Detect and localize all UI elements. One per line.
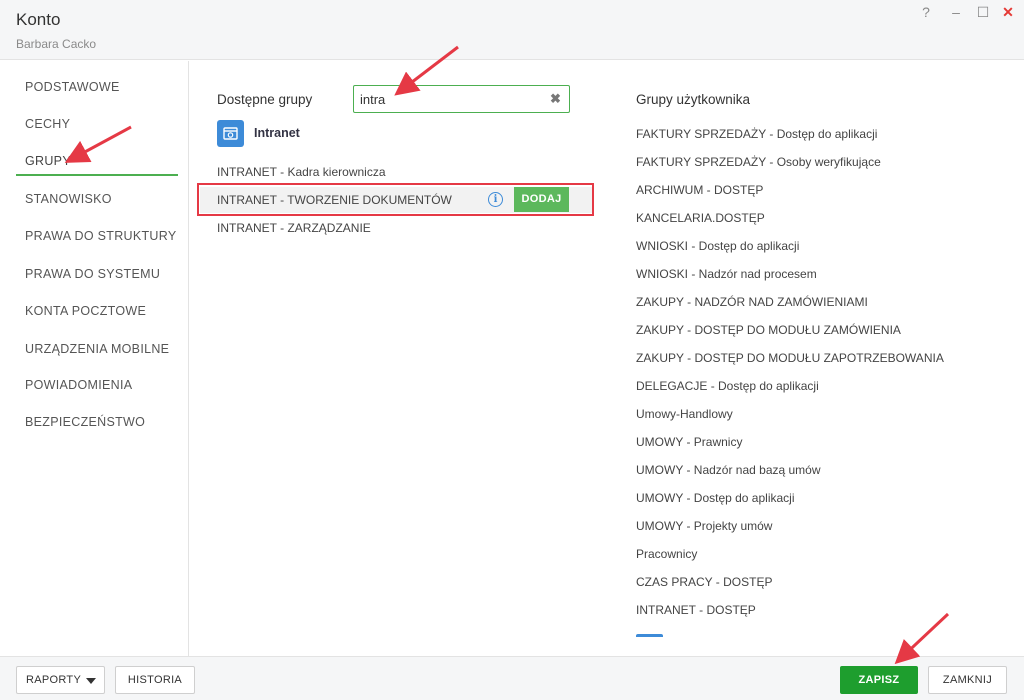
user-group-row[interactable]: UMOWY - Nadzór nad bazą umów: [636, 460, 996, 480]
annotation-arrow-save: [894, 612, 950, 665]
sidebar-item-prawa-do-struktury[interactable]: PRAWA DO STRUKTURY: [16, 221, 178, 251]
close-icon[interactable]: ✕: [1000, 4, 1016, 20]
sidebar-item-urzadzenia-mobilne[interactable]: URZĄDZENIA MOBILNE: [16, 334, 178, 364]
sidebar-item-prawa-do-systemu[interactable]: PRAWA DO SYSTEMU: [16, 259, 178, 289]
minimize-icon[interactable]: –: [948, 4, 964, 20]
sidebar-item-powiadomienia[interactable]: POWIADOMIENIA: [16, 370, 178, 400]
sidebar-item-konta-pocztowe[interactable]: KONTA POCZTOWE: [16, 296, 178, 326]
app-name: Intranet: [254, 126, 300, 140]
user-group-row[interactable]: KANCELARIA.DOSTĘP: [636, 208, 996, 228]
user-group-row[interactable]: ZAKUPY - NADZÓR NAD ZAMÓWIENIAMI: [636, 292, 996, 312]
user-group-row[interactable]: UMOWY - Prawnicy: [636, 432, 996, 452]
available-groups-label: Dostępne grupy: [217, 92, 313, 107]
user-group-row[interactable]: Pracownicy: [636, 544, 996, 564]
user-group-row[interactable]: DELEGACJE - Dostęp do aplikacji: [636, 376, 996, 396]
intranet-app-icon: [217, 120, 244, 147]
clear-search-icon[interactable]: ✖: [550, 91, 561, 107]
caret-down-icon: [86, 678, 96, 684]
maximize-icon[interactable]: ☐: [975, 4, 991, 20]
user-group-row[interactable]: CZAS PRACY - DOSTĘP: [636, 572, 996, 592]
reports-label: RAPORTY: [26, 674, 82, 686]
user-group-row[interactable]: UMOWY - Dostęp do aplikacji: [636, 488, 996, 508]
sidebar: PODSTAWOWE CECHY GRUPY STANOWISKO PRAWA …: [0, 61, 189, 656]
available-group-row[interactable]: INTRANET - ZARZĄDZANIE: [217, 215, 577, 241]
group-search-box: ✖: [353, 85, 570, 113]
history-button[interactable]: HISTORIA: [115, 666, 195, 694]
user-group-app-icon: [636, 634, 663, 637]
help-icon[interactable]: ?: [918, 4, 934, 20]
save-button[interactable]: ZAPISZ: [840, 666, 918, 694]
user-group-row[interactable]: FAKTURY SPRZEDAŻY - Dostęp do aplikacji: [636, 124, 996, 144]
annotation-highlight-box: [197, 183, 594, 216]
user-group-row[interactable]: WNIOSKI - Dostęp do aplikacji: [636, 236, 996, 256]
sidebar-item-podstawowe[interactable]: PODSTAWOWE: [16, 72, 178, 102]
title-bar: Konto Barbara Cacko ? – ☐ ✕: [0, 0, 1024, 60]
user-group-row[interactable]: UMOWY - Projekty umów: [636, 516, 996, 536]
sidebar-item-cechy[interactable]: CECHY: [16, 109, 178, 139]
close-button[interactable]: ZAMKNIJ: [928, 666, 1007, 694]
window-title: Konto: [16, 10, 61, 29]
sidebar-item-bezpieczenstwo[interactable]: BEZPIECZEŃSTWO: [16, 407, 178, 437]
available-group-row[interactable]: INTRANET - Kadra kierownicza: [217, 159, 577, 185]
group-search-input[interactable]: [360, 90, 540, 109]
user-group-row[interactable]: INTRANET - DOSTĘP: [636, 600, 996, 620]
sidebar-item-stanowisko[interactable]: STANOWISKO: [16, 184, 178, 214]
user-group-row[interactable]: ARCHIWUM - DOSTĘP: [636, 180, 996, 200]
user-group-row[interactable]: ZAKUPY - DOSTĘP DO MODUŁU ZAMÓWIENIA: [636, 320, 996, 340]
window-subtitle: Barbara Cacko: [16, 37, 97, 51]
user-group-row[interactable]: ZAKUPY - DOSTĘP DO MODUŁU ZAPOTRZEBOWANI…: [636, 348, 996, 368]
reports-button[interactable]: RAPORTY: [16, 666, 105, 694]
user-group-row[interactable]: WNIOSKI - Nadzór nad procesem: [636, 264, 996, 284]
user-groups-label: Grupy użytkownika: [636, 92, 751, 107]
user-group-row[interactable]: FAKTURY SPRZEDAŻY - Osoby weryfikujące: [636, 152, 996, 172]
sidebar-item-grupy[interactable]: GRUPY: [16, 146, 178, 176]
user-group-row[interactable]: Umowy-Handlowy: [636, 404, 996, 424]
